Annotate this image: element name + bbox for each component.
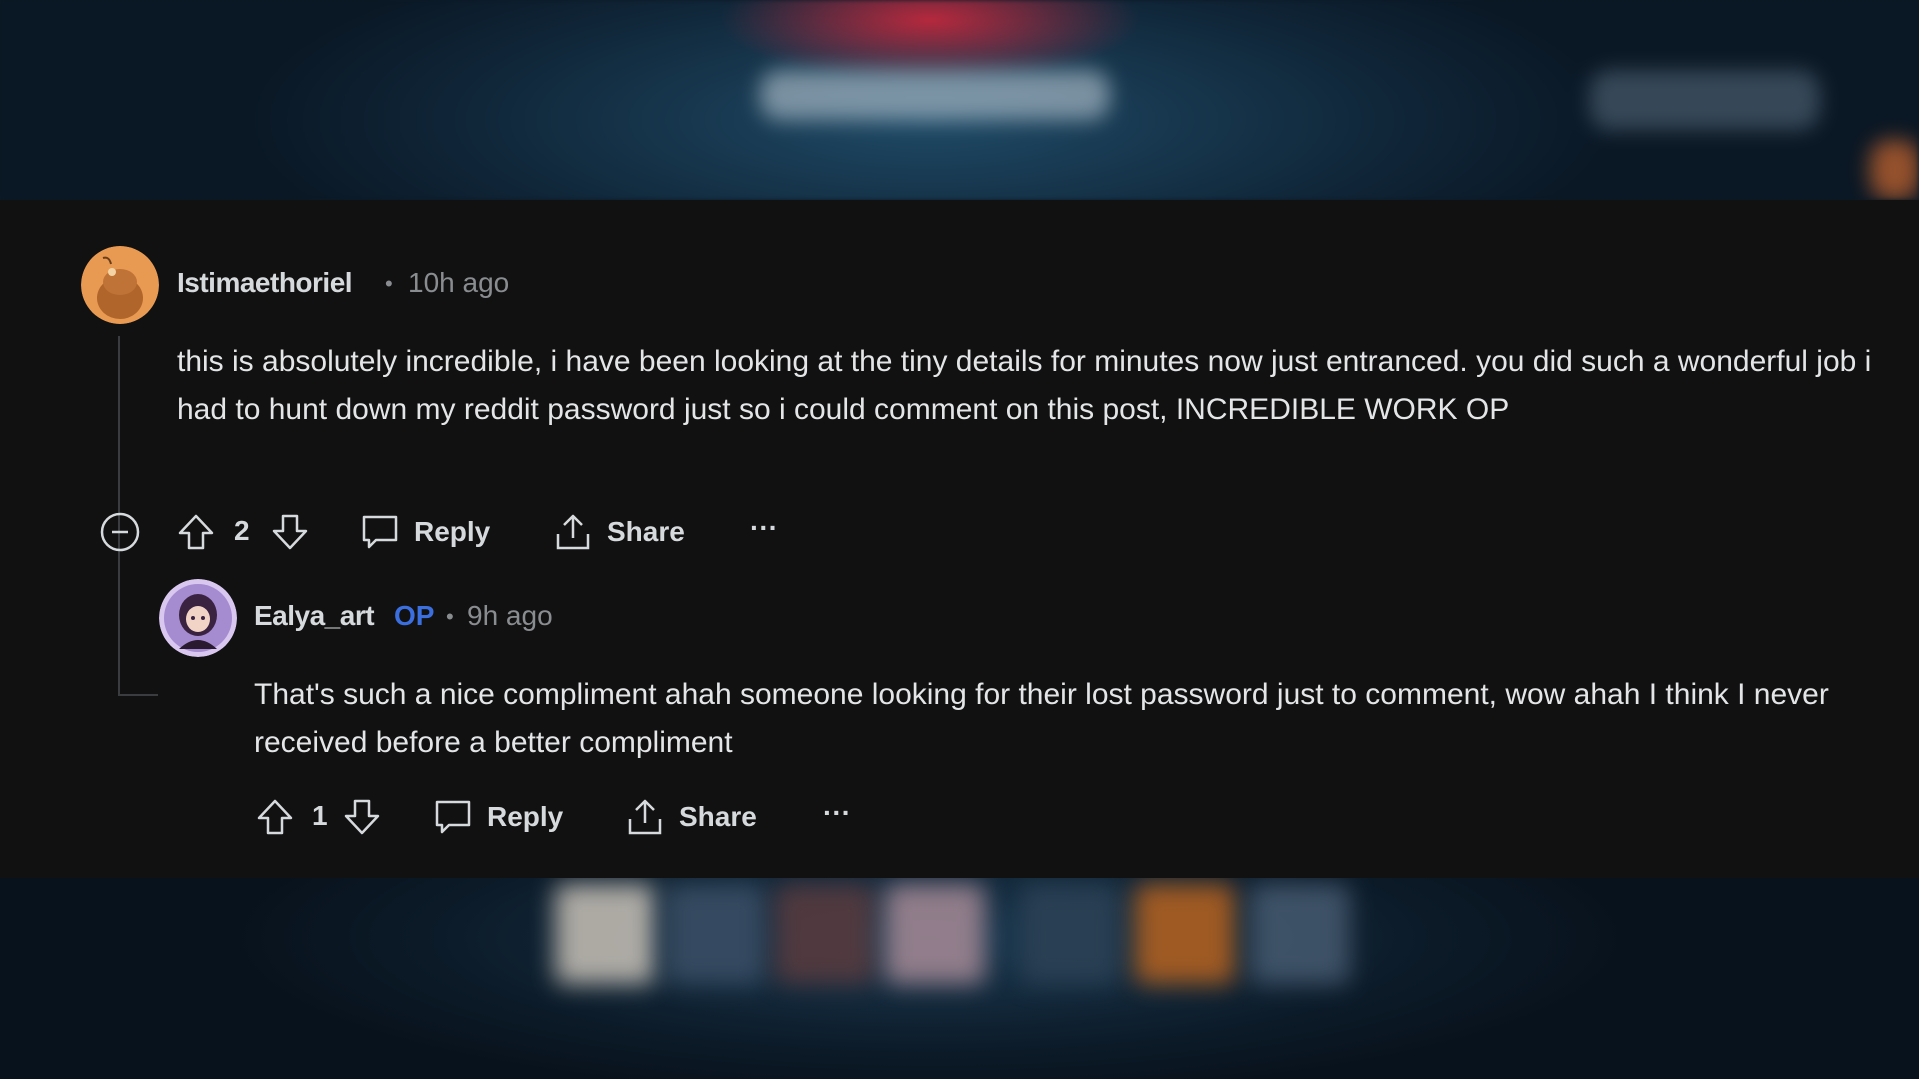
comment-thread-panel: Istimaethoriel • 10h ago this is absolut… bbox=[0, 200, 1919, 878]
arrow-up-icon bbox=[255, 797, 295, 837]
vote-count: 2 bbox=[234, 515, 250, 546]
comment-timestamp[interactable]: 9h ago bbox=[467, 600, 553, 632]
vote-count: 1 bbox=[312, 800, 328, 831]
comment-timestamp[interactable]: 10h ago bbox=[408, 267, 509, 299]
collapse-thread-button[interactable] bbox=[100, 512, 140, 552]
arrow-up-icon bbox=[176, 512, 216, 552]
comment-username[interactable]: Ealya_art bbox=[254, 600, 375, 632]
arrow-down-icon bbox=[270, 512, 310, 552]
more-options-button[interactable]: ··· bbox=[750, 512, 778, 544]
op-badge: OP bbox=[394, 600, 435, 631]
comment-body: this is absolutely incredible, i have be… bbox=[177, 345, 1872, 426]
comment-body: That's such a nice compliment ahah someo… bbox=[254, 678, 1829, 759]
ellipsis-icon: ··· bbox=[823, 797, 851, 828]
reply-button[interactable]: Reply bbox=[433, 797, 563, 837]
share-label: Share bbox=[679, 801, 757, 832]
comment-username[interactable]: Istimaethoriel bbox=[177, 267, 353, 299]
thread-connector bbox=[118, 694, 158, 696]
share-upload-icon bbox=[553, 512, 593, 552]
upvote-button[interactable] bbox=[255, 797, 295, 837]
avatar[interactable] bbox=[159, 579, 237, 657]
comment-separator: • bbox=[385, 271, 393, 296]
reply-label: Reply bbox=[487, 801, 564, 832]
share-button[interactable]: Share bbox=[553, 512, 685, 552]
share-label: Share bbox=[607, 516, 685, 547]
ellipsis-icon: ··· bbox=[750, 512, 778, 543]
arrow-down-icon bbox=[342, 797, 382, 837]
more-options-button[interactable]: ··· bbox=[823, 797, 851, 829]
share-upload-icon bbox=[625, 797, 665, 837]
speech-bubble-icon bbox=[360, 512, 400, 552]
upvote-button[interactable] bbox=[176, 512, 216, 552]
minus-circle-icon bbox=[100, 512, 140, 552]
blurred-background-top bbox=[0, 0, 1919, 200]
comment-separator: • bbox=[446, 604, 454, 629]
downvote-button[interactable] bbox=[342, 797, 382, 837]
reply-label: Reply bbox=[414, 516, 491, 547]
share-button[interactable]: Share bbox=[625, 797, 757, 837]
avatar[interactable] bbox=[81, 246, 159, 324]
downvote-button[interactable] bbox=[270, 512, 310, 552]
reply-button[interactable]: Reply bbox=[360, 512, 490, 552]
blurred-background-bottom bbox=[0, 878, 1919, 1079]
speech-bubble-icon bbox=[433, 797, 473, 837]
